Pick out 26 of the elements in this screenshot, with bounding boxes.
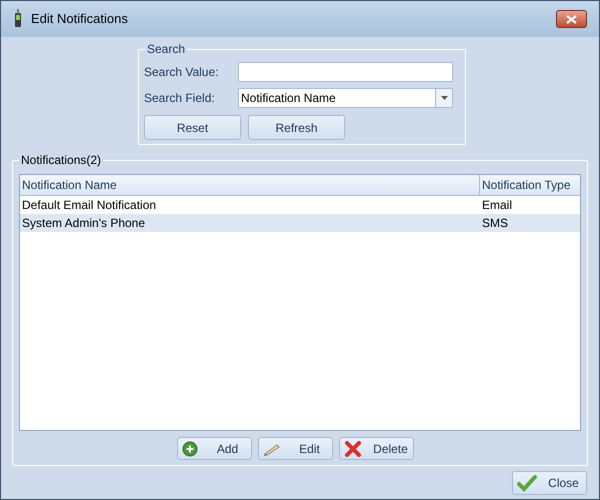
search-field-dropdown[interactable]: Notification Name [238, 88, 453, 108]
window-title: Edit Notifications [31, 10, 128, 28]
plus-icon [182, 440, 198, 456]
table-cell-text: System Admin's Phone [21, 215, 146, 232]
edit-button[interactable]: Edit [258, 437, 333, 460]
group-title: Search [145, 42, 188, 56]
delete-x-icon [344, 440, 362, 458]
phone-icon [13, 9, 23, 29]
close-window-button[interactable] [556, 10, 587, 28]
search-value-field[interactable] [238, 62, 453, 82]
close-icon [566, 14, 577, 24]
checkmark-icon [517, 474, 537, 492]
column-header[interactable]: Notification Name [20, 175, 480, 195]
add-button[interactable]: Add [177, 437, 252, 460]
table-cell-text: Default Email Notification [21, 197, 158, 214]
table-cell-text: Email [481, 197, 514, 214]
search-button[interactable]: Reset [144, 115, 241, 140]
close-button[interactable]: Close [512, 471, 587, 495]
dropdown-arrow-icon [440, 96, 448, 100]
table-cell-text: SMS [481, 215, 510, 232]
delete-button[interactable]: Delete [339, 437, 414, 460]
field-label: Search Value: [144, 64, 220, 81]
field-label: Search Field: [144, 90, 216, 107]
search-button[interactable]: Refresh [248, 115, 345, 140]
group-title: Notifications(2) [19, 153, 104, 167]
column-header[interactable]: Notification Type [480, 175, 580, 195]
